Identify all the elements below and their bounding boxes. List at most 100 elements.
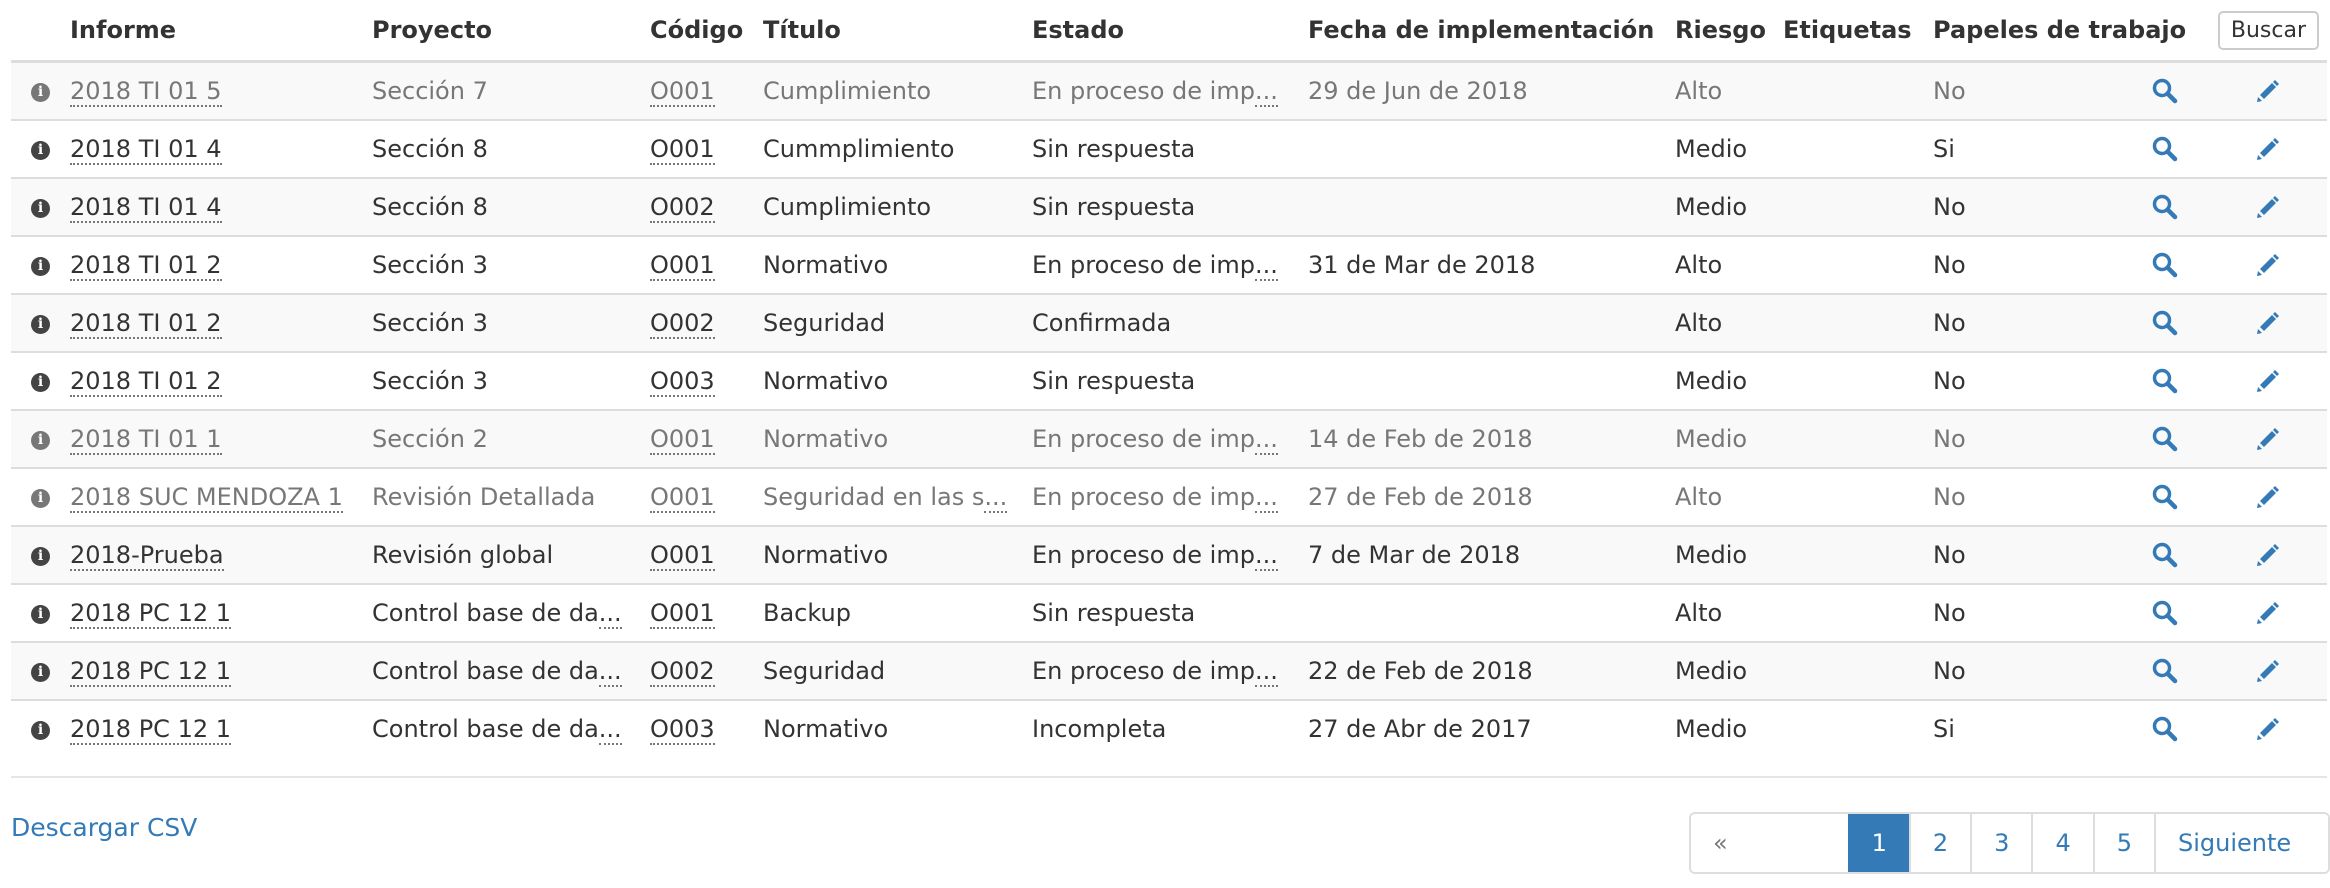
- cell-riesgo: Alto: [1675, 583, 1783, 642]
- download-csv-link[interactable]: Descargar CSV: [11, 813, 197, 842]
- codigo-value[interactable]: O003: [650, 367, 715, 397]
- codigo-value[interactable]: O002: [650, 657, 715, 687]
- informe-value[interactable]: 2018 TI 01 2: [70, 309, 222, 339]
- informe-value[interactable]: 2018 PC 12 1: [70, 657, 232, 687]
- codigo-value[interactable]: O003: [650, 715, 715, 745]
- info-circle-icon[interactable]: i: [31, 198, 50, 218]
- cell-etiquetas: [1783, 351, 1933, 410]
- codigo-value[interactable]: O001: [650, 425, 715, 455]
- informe-value[interactable]: 2018 TI 01 4: [70, 135, 222, 165]
- informe-value[interactable]: 2018 TI 01 5: [70, 77, 222, 107]
- header-proyecto[interactable]: Proyecto: [372, 0, 650, 63]
- search-icon[interactable]: [2150, 656, 2180, 686]
- codigo-value[interactable]: O002: [650, 309, 715, 339]
- header-informe[interactable]: Informe: [70, 0, 372, 63]
- edit-cell: [2206, 177, 2327, 236]
- pencil-icon[interactable]: [2252, 540, 2282, 570]
- estado-value: Sin respuesta: [1032, 599, 1196, 627]
- cell-estado: Sin respuesta: [1032, 351, 1308, 410]
- search-icon[interactable]: [2150, 714, 2180, 744]
- search-button[interactable]: Buscar: [2217, 10, 2319, 50]
- codigo-value[interactable]: O001: [650, 541, 715, 571]
- cell-papeles: No: [1933, 351, 2123, 410]
- info-circle-icon[interactable]: i: [31, 372, 50, 392]
- codigo-value[interactable]: O001: [650, 77, 715, 107]
- pencil-icon[interactable]: [2252, 76, 2282, 106]
- pencil-icon[interactable]: [2252, 192, 2282, 222]
- pagination-page-4[interactable]: 4: [2031, 814, 2093, 872]
- cell-estado: En proceso de imp...: [1032, 525, 1308, 584]
- search-icon[interactable]: [2150, 482, 2180, 512]
- search-icon[interactable]: [2150, 540, 2180, 570]
- papeles-value: No: [1933, 77, 1966, 105]
- informe-value[interactable]: 2018 SUC MENDOZA 1: [70, 483, 343, 513]
- cell-codigo: O001: [650, 119, 763, 178]
- fecha-value: 29 de Jun de 2018: [1308, 77, 1528, 105]
- pencil-icon[interactable]: [2252, 134, 2282, 164]
- info-cell: i: [11, 60, 70, 120]
- info-circle-icon[interactable]: i: [31, 256, 50, 276]
- header-titulo[interactable]: Título: [763, 0, 1032, 63]
- info-circle-icon[interactable]: i: [31, 314, 50, 334]
- cell-titulo: Cumplimiento: [763, 60, 1032, 120]
- codigo-value[interactable]: O002: [650, 193, 715, 223]
- info-circle-icon[interactable]: i: [31, 488, 50, 508]
- search-icon[interactable]: [2150, 250, 2180, 280]
- info-circle-icon[interactable]: i: [31, 430, 50, 450]
- info-circle-icon[interactable]: i: [31, 546, 50, 566]
- search-icon[interactable]: [2150, 598, 2180, 628]
- header-estado[interactable]: Estado: [1032, 0, 1308, 63]
- codigo-value[interactable]: O001: [650, 251, 715, 281]
- codigo-value[interactable]: O001: [650, 599, 715, 629]
- pagination-next[interactable]: Siguiente »: [2154, 814, 2328, 872]
- proyecto-value: Control base de da...: [372, 657, 622, 687]
- cell-riesgo: Alto: [1675, 467, 1783, 526]
- header-fecha[interactable]: Fecha de implementación: [1308, 0, 1675, 63]
- search-icon[interactable]: [2150, 424, 2180, 454]
- pagination-page-2[interactable]: 2: [1908, 814, 1971, 872]
- search-icon[interactable]: [2150, 366, 2180, 396]
- codigo-value[interactable]: O001: [650, 483, 715, 513]
- informe-value[interactable]: 2018 TI 01 4: [70, 193, 222, 223]
- pagination-page-1[interactable]: 1: [1847, 814, 1909, 872]
- search-icon[interactable]: [2150, 76, 2180, 106]
- cell-proyecto: Sección 2: [372, 409, 650, 468]
- header-codigo[interactable]: Código: [650, 0, 763, 63]
- cell-etiquetas: [1783, 409, 1933, 468]
- info-circle-icon[interactable]: i: [31, 604, 50, 624]
- codigo-value[interactable]: O001: [650, 135, 715, 165]
- pencil-icon[interactable]: [2252, 308, 2282, 338]
- informe-value[interactable]: 2018 PC 12 1: [70, 599, 232, 629]
- cell-codigo: O001: [650, 467, 763, 526]
- informe-value[interactable]: 2018 PC 12 1: [70, 715, 232, 745]
- info-circle-icon[interactable]: i: [31, 82, 50, 102]
- info-circle-icon[interactable]: i: [31, 140, 50, 160]
- informe-value[interactable]: 2018 TI 01 2: [70, 367, 222, 397]
- search-icon[interactable]: [2150, 134, 2180, 164]
- pencil-icon[interactable]: [2252, 482, 2282, 512]
- pencil-icon[interactable]: [2252, 424, 2282, 454]
- view-cell: [2123, 409, 2206, 468]
- pencil-icon[interactable]: [2252, 598, 2282, 628]
- pagination-previous[interactable]: « Anterior: [1691, 814, 1848, 872]
- info-circle-icon[interactable]: i: [31, 720, 50, 740]
- search-icon[interactable]: [2150, 308, 2180, 338]
- header-riesgo[interactable]: Riesgo: [1675, 0, 1783, 63]
- pencil-icon[interactable]: [2252, 714, 2282, 744]
- pencil-icon[interactable]: [2252, 250, 2282, 280]
- pencil-icon[interactable]: [2252, 366, 2282, 396]
- search-icon[interactable]: [2150, 192, 2180, 222]
- view-cell: [2123, 699, 2206, 757]
- informe-value[interactable]: 2018 TI 01 1: [70, 425, 222, 455]
- info-circle-icon[interactable]: i: [31, 662, 50, 682]
- papeles-value: Si: [1933, 135, 1955, 163]
- cell-estado: En proceso de imp...: [1032, 409, 1308, 468]
- titulo-value: Normativo: [763, 425, 889, 453]
- pencil-icon[interactable]: [2252, 656, 2282, 686]
- informe-value[interactable]: 2018-Prueba: [70, 541, 224, 571]
- informe-value[interactable]: 2018 TI 01 2: [70, 251, 222, 281]
- pagination: « Anterior 1 2 3 4 5 Siguiente »: [1689, 812, 2330, 874]
- pagination-page-3[interactable]: 3: [1970, 814, 2032, 872]
- pagination-page-5[interactable]: 5: [2092, 814, 2155, 872]
- fecha-value: 14 de Feb de 2018: [1308, 425, 1533, 453]
